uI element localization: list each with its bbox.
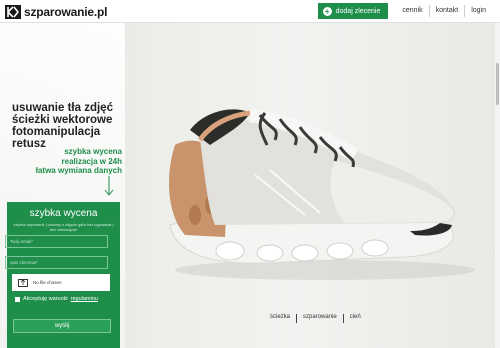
accept-terms: Akceptuję warunki regulaminu	[15, 296, 98, 302]
hero-subtext: szybka wycena realizacja w 24h łatwa wym…	[36, 147, 122, 176]
divider	[296, 314, 298, 323]
form-description: szybka odpowiedź | prosimy o zdjęcie gal…	[13, 223, 114, 232]
file-upload[interactable]: No file chosen	[12, 274, 110, 291]
sub-line: łatwa wymiana danych	[35, 166, 122, 175]
file-upload-icon	[18, 278, 28, 287]
sub-line: realizacja w 24h	[61, 156, 122, 166]
sub-line: szybka wycena	[64, 147, 122, 156]
logo[interactable]: szparowanie.pl	[5, 4, 107, 19]
terms-link[interactable]: regulaminu	[71, 296, 98, 302]
bottom-link-shadow[interactable]: cień	[345, 314, 366, 323]
divider	[342, 314, 344, 323]
add-order-label: dodaj zlecenie	[335, 7, 381, 15]
accept-terms-text: Akceptuję warunki	[23, 296, 68, 302]
logo-mark-icon	[5, 4, 21, 19]
shoe-image	[169, 108, 475, 280]
nav-contact-link[interactable]: kontakt	[428, 5, 465, 17]
order-description-field[interactable]	[5, 256, 108, 269]
headline-line: usuwanie tła zdjęć	[12, 102, 113, 114]
file-upload-label: No file chosen	[33, 280, 62, 285]
add-order-button[interactable]: + dodaj zlecenie	[317, 3, 389, 19]
headline-line: fotomanipulacja	[12, 126, 101, 138]
nav-login-link[interactable]: login	[464, 5, 492, 17]
bottom-links: ścieżka szparowanie cień	[265, 314, 366, 323]
submit-button[interactable]: wyślij	[13, 319, 111, 333]
arrow-down-icon	[104, 176, 114, 196]
top-bar: szparowanie.pl + dodaj zlecenie cennik k…	[0, 0, 500, 23]
plus-circle-icon: +	[322, 6, 332, 16]
scroll-thumb[interactable]	[496, 63, 499, 105]
main-nav: + dodaj zlecenie cennik kontakt login	[317, 3, 492, 19]
form-title: szybka wycena	[29, 208, 98, 219]
headline-line: ścieżki wektorowe	[12, 114, 113, 126]
hero-headline: usuwanie tła zdjęć ścieżki wektorowe fot…	[12, 102, 137, 150]
logo-text: szparowanie.pl	[24, 4, 108, 19]
nav-pricing-link[interactable]: cennik	[396, 5, 428, 17]
email-field[interactable]	[5, 235, 108, 248]
scrollbar[interactable]	[495, 23, 500, 348]
accept-terms-checkbox[interactable]	[15, 296, 20, 302]
bottom-link-clipping[interactable]: szparowanie	[298, 314, 342, 323]
bottom-link-path[interactable]: ścieżka	[265, 314, 295, 323]
